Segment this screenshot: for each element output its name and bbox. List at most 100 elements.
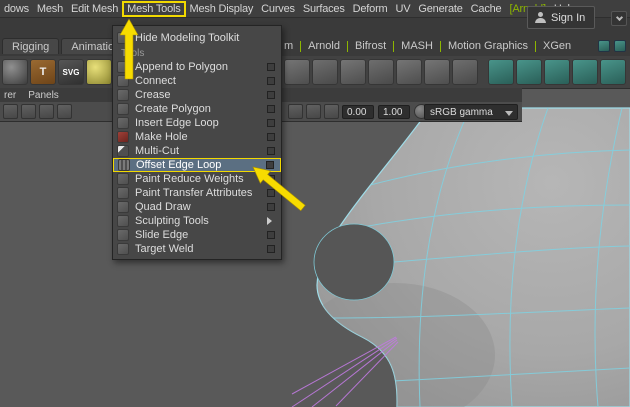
option-box[interactable] bbox=[267, 105, 275, 113]
tab-separator bbox=[439, 40, 441, 52]
menu-item-label: Target Weld bbox=[135, 243, 194, 255]
option-box[interactable] bbox=[267, 245, 275, 253]
mesh-hole bbox=[313, 223, 395, 301]
menubar-item-edit-mesh[interactable]: Edit Mesh bbox=[67, 1, 122, 17]
sphere-tool-icon[interactable] bbox=[2, 59, 28, 85]
poly-plane-icon[interactable] bbox=[312, 59, 338, 85]
menu-item-paint-reduce-weights[interactable]: Paint Reduce Weights bbox=[113, 172, 281, 186]
panels-menu[interactable]: Panels bbox=[28, 90, 59, 101]
menu-item-target-weld[interactable]: Target Weld bbox=[113, 242, 281, 256]
menu-item-slide-edge[interactable]: Slide Edge bbox=[113, 228, 281, 242]
image-plane-icon[interactable] bbox=[288, 104, 303, 119]
menu-item-label: Insert Edge Loop bbox=[135, 117, 219, 129]
menu-item-label: Append to Polygon bbox=[135, 61, 228, 73]
shelf-tab-mash[interactable]: MASH bbox=[401, 40, 433, 52]
menu-item-multi-cut[interactable]: Multi-Cut bbox=[113, 144, 281, 158]
shelf-tab-xgen[interactable]: XGen bbox=[543, 40, 571, 52]
menubar-item-windows-partial[interactable]: dows bbox=[0, 1, 33, 17]
option-box[interactable] bbox=[267, 133, 275, 141]
person-icon bbox=[535, 12, 546, 23]
shelf-tab-arnold[interactable]: Arnold bbox=[308, 40, 340, 52]
menu-item-append-to-polygon[interactable]: Append to Polygon bbox=[113, 60, 281, 74]
mesh-tools-menu: Hide Modeling Toolkit Tools Append to Po… bbox=[112, 25, 282, 260]
option-box[interactable] bbox=[267, 175, 275, 183]
extrude-tool-icon[interactable] bbox=[516, 59, 542, 85]
renderer-menu-partial[interactable]: rer bbox=[4, 90, 16, 101]
menubar-item-uv[interactable]: UV bbox=[392, 1, 415, 17]
camera-attributes-icon[interactable] bbox=[39, 104, 54, 119]
poly-pipe-icon[interactable] bbox=[424, 59, 450, 85]
menu-item-connect[interactable]: Connect bbox=[113, 74, 281, 88]
option-box[interactable] bbox=[266, 161, 274, 169]
menubar-item-curves[interactable]: Curves bbox=[257, 1, 299, 17]
menu-item-quad-draw[interactable]: Quad Draw bbox=[113, 200, 281, 214]
poly-cone-icon[interactable] bbox=[396, 59, 422, 85]
menu-item-label: Hide Modeling Toolkit bbox=[135, 32, 240, 44]
shelf-group-left: T SVG bbox=[2, 59, 112, 85]
menubar-item-cache[interactable]: Cache bbox=[467, 1, 506, 17]
menubar-item-surfaces[interactable]: Surfaces bbox=[299, 1, 349, 17]
bridge-tool-icon[interactable] bbox=[572, 59, 598, 85]
menu-item-create-polygon[interactable]: Create Polygon bbox=[113, 102, 281, 116]
option-box[interactable] bbox=[267, 91, 275, 99]
svg-tool-icon[interactable]: SVG bbox=[58, 59, 84, 85]
lock-camera-icon[interactable] bbox=[21, 104, 36, 119]
workspace-collapse-button[interactable] bbox=[611, 11, 627, 26]
multi-cut-icon bbox=[117, 145, 129, 157]
menubar-item-mesh[interactable]: Mesh bbox=[33, 1, 67, 17]
option-box[interactable] bbox=[267, 231, 275, 239]
gamma-field[interactable]: 1.00 bbox=[378, 105, 410, 119]
menu-item-offset-edge-loop[interactable]: Offset Edge Loop bbox=[113, 158, 281, 172]
option-box[interactable] bbox=[267, 203, 275, 211]
poly-torus-icon[interactable] bbox=[368, 59, 394, 85]
bookmark-icon[interactable] bbox=[57, 104, 72, 119]
tab-separator bbox=[346, 40, 348, 52]
select-camera-icon[interactable] bbox=[3, 104, 18, 119]
view-cube-icon[interactable] bbox=[306, 104, 321, 119]
colorspace-dropdown[interactable]: sRGB gamma bbox=[424, 104, 518, 120]
menu-item-label: Paint Reduce Weights bbox=[135, 173, 244, 185]
poly-sphere-icon[interactable] bbox=[86, 59, 112, 85]
bevel-tool-icon[interactable] bbox=[544, 59, 570, 85]
maya-window: dows Mesh Edit Mesh Mesh Tools Mesh Disp… bbox=[0, 0, 630, 407]
menu-item-hide-modeling-toolkit[interactable]: Hide Modeling Toolkit bbox=[113, 29, 281, 47]
poly-cube-icon[interactable] bbox=[284, 59, 310, 85]
menu-item-insert-edge-loop[interactable]: Insert Edge Loop bbox=[113, 116, 281, 130]
option-box[interactable] bbox=[267, 147, 275, 155]
menu-item-label: Slide Edge bbox=[135, 229, 189, 241]
menubar-item-generate[interactable]: Generate bbox=[414, 1, 466, 17]
menu-item-crease[interactable]: Crease bbox=[113, 88, 281, 102]
option-box[interactable] bbox=[267, 189, 275, 197]
offset-edge-loop-icon bbox=[118, 159, 130, 171]
menu-item-label: Sculpting Tools bbox=[135, 215, 209, 227]
exposure-field[interactable]: 0.00 bbox=[342, 105, 374, 119]
menu-item-sculpting-tools[interactable]: Sculpting Tools bbox=[113, 214, 281, 228]
shelf-tab-bifrost[interactable]: Bifrost bbox=[355, 40, 386, 52]
append-to-polygon-icon bbox=[117, 61, 129, 73]
menubar-item-deform[interactable]: Deform bbox=[349, 1, 392, 17]
tab-rigging[interactable]: Rigging bbox=[2, 38, 60, 54]
sculpting-tools-icon bbox=[117, 215, 129, 227]
shelf-hide-icon[interactable] bbox=[614, 40, 626, 52]
shelf-tab-strip: m Arnold Bifrost MASH Motion Graphics XG… bbox=[284, 40, 571, 52]
combine-tool-icon[interactable] bbox=[600, 59, 626, 85]
sign-in-button[interactable]: Sign In bbox=[527, 6, 595, 29]
shelf-editor-icon[interactable] bbox=[598, 40, 610, 52]
colorspace-value: sRGB gamma bbox=[430, 106, 493, 118]
gate-mask-icon[interactable] bbox=[324, 104, 339, 119]
option-box[interactable] bbox=[267, 63, 275, 71]
menubar-item-mesh-display[interactable]: Mesh Display bbox=[186, 1, 258, 17]
poly-helix-icon[interactable] bbox=[452, 59, 478, 85]
type-tool-icon[interactable]: T bbox=[30, 59, 56, 85]
option-box[interactable] bbox=[267, 119, 275, 127]
menu-item-paint-transfer-attributes[interactable]: Paint Transfer Attributes bbox=[113, 186, 281, 200]
insert-edge-loop-icon bbox=[117, 117, 129, 129]
shelf-group-deform bbox=[488, 59, 626, 85]
menubar-item-mesh-tools[interactable]: Mesh Tools bbox=[122, 0, 186, 17]
poly-cylinder-icon[interactable] bbox=[340, 59, 366, 85]
shelf-tab-custom-partial[interactable]: m bbox=[284, 40, 293, 52]
menu-item-make-hole[interactable]: Make Hole bbox=[113, 130, 281, 144]
smooth-tool-icon[interactable] bbox=[488, 59, 514, 85]
shelf-tab-motion-graphics[interactable]: Motion Graphics bbox=[448, 40, 528, 52]
option-box[interactable] bbox=[267, 77, 275, 85]
